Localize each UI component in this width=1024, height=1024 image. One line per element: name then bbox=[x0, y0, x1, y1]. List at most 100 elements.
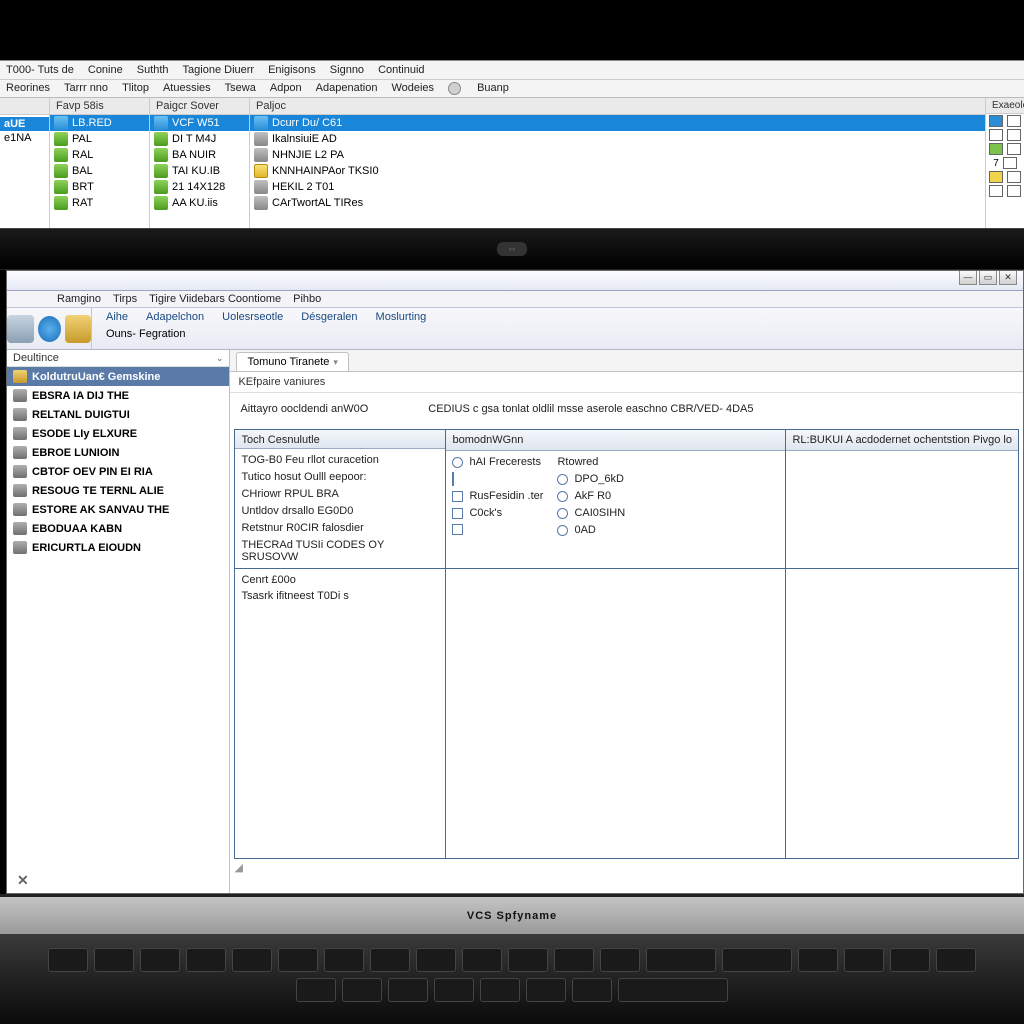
menu-item[interactable]: Pihbo bbox=[293, 293, 321, 305]
list-item[interactable]: AA KU.iis bbox=[150, 195, 249, 211]
radio-option[interactable]: DPO_6kD bbox=[557, 473, 625, 485]
sidebar-item[interactable]: KoldutruUan€ Gemskine bbox=[7, 367, 229, 386]
list-item[interactable]: RAT bbox=[50, 195, 149, 211]
menu-item[interactable]: Reorines bbox=[6, 82, 50, 95]
menu-item[interactable]: Enigisons bbox=[268, 64, 316, 76]
param-row: TOG-B0 Feu rllot curacetion bbox=[241, 454, 439, 466]
app-menubar[interactable]: Ramgino Tirps Tigire Viidebars Coontiome… bbox=[7, 291, 1023, 308]
menu-item[interactable]: Adpon bbox=[270, 82, 302, 95]
list-item[interactable]: NHNJIE L2 PA bbox=[250, 147, 985, 163]
globe-icon[interactable] bbox=[38, 316, 61, 342]
maximize-button[interactable]: ▭ bbox=[979, 271, 997, 285]
toolbar-tab[interactable]: Aihe bbox=[106, 311, 128, 323]
menu-item[interactable]: Tigire Viidebars Coontiome bbox=[149, 293, 281, 305]
list-item[interactable]: IkalnsiuiE AD bbox=[250, 131, 985, 147]
list-item[interactable]: DI T M4J bbox=[150, 131, 249, 147]
grid-header: bomodnWGnn bbox=[446, 430, 785, 451]
menu-item[interactable]: Continuid bbox=[378, 64, 424, 76]
menu-item[interactable]: Adapenation bbox=[316, 82, 378, 95]
document-icon bbox=[254, 148, 268, 162]
palette-item[interactable] bbox=[986, 170, 1024, 184]
menu-item[interactable]: Tsewa bbox=[225, 82, 256, 95]
list-item[interactable]: HEKIL 2 T01 bbox=[250, 179, 985, 195]
sidebar-item[interactable]: EBSRA IA DIJ THE bbox=[7, 386, 229, 405]
list-item[interactable]: e1NA bbox=[0, 131, 49, 145]
list-item[interactable]: aUE bbox=[0, 117, 49, 131]
parameter-grid: Toch Cesnulutle TOG-B0 Feu rllot curacet… bbox=[234, 429, 1019, 569]
checkbox-option[interactable]: RusFesidin .ter bbox=[452, 490, 543, 502]
menu-item[interactable]: Conine bbox=[88, 64, 123, 76]
toolbar-tab[interactable]: Ouns- Fegration bbox=[106, 328, 185, 340]
toolbar-tab[interactable]: Moslurting bbox=[376, 311, 427, 323]
palette-item[interactable] bbox=[986, 114, 1024, 128]
list-item[interactable]: LB.RED bbox=[50, 115, 149, 131]
list-item[interactable]: VCF W51 bbox=[150, 115, 249, 131]
toolbar-tab[interactable]: Adapelchon bbox=[146, 311, 204, 323]
palette-item[interactable] bbox=[986, 142, 1024, 156]
menu-item[interactable]: Signno bbox=[330, 64, 364, 76]
column-header: Paljoc bbox=[250, 98, 985, 115]
menu-item[interactable]: Buanp bbox=[477, 82, 509, 95]
checkbox-option[interactable]: C0ck's bbox=[452, 507, 543, 519]
menu-item[interactable]: Tirps bbox=[113, 293, 137, 305]
palette-item[interactable] bbox=[986, 128, 1024, 142]
radio-option[interactable]: CAI0SIHN bbox=[557, 507, 625, 519]
list-item[interactable]: BAL bbox=[50, 163, 149, 179]
swatch-icon bbox=[1007, 171, 1021, 183]
list-item[interactable]: 21 14X128 bbox=[150, 179, 249, 195]
menu-item[interactable]: T000- Tuts de bbox=[6, 64, 74, 76]
top-menubar-1[interactable]: T000- Tuts de Conine Suthth Tagione Diue… bbox=[0, 61, 1024, 80]
radio-option[interactable]: 0AD bbox=[557, 524, 625, 536]
list-item[interactable]: Dcurr Du/ C61 bbox=[250, 115, 985, 131]
text-input[interactable] bbox=[452, 473, 543, 485]
sidebar-item[interactable]: RESOUG TE TERNL ALIE bbox=[7, 481, 229, 500]
swatch-icon bbox=[1007, 115, 1021, 127]
chevron-down-icon[interactable]: ▾ bbox=[333, 357, 338, 367]
toolbar-tab[interactable]: Désgeralen bbox=[301, 311, 357, 323]
main-tab-row: Tomuno Tiranete▾ bbox=[230, 350, 1023, 372]
sidebar-item[interactable]: EBROE LUNIOIN bbox=[7, 443, 229, 462]
minimize-button[interactable]: — bbox=[959, 271, 977, 285]
list-item[interactable]: RAL bbox=[50, 147, 149, 163]
menu-item[interactable]: Tagione Diuerr bbox=[183, 64, 255, 76]
radio-option[interactable]: hAI Frecerests bbox=[452, 456, 543, 468]
close-button[interactable]: ✕ bbox=[999, 271, 1017, 285]
param-row: THECRAd TUSIi CODES OY SRUSOVW bbox=[241, 539, 439, 563]
menu-item[interactable]: Tlitop bbox=[122, 82, 149, 95]
swatch-icon bbox=[1007, 185, 1021, 197]
menu-item[interactable]: Ramgino bbox=[57, 293, 101, 305]
menu-item[interactable]: Tarrr nno bbox=[64, 82, 108, 95]
menu-item[interactable]: Atuessies bbox=[163, 82, 211, 95]
list-item[interactable]: BRT bbox=[50, 179, 149, 195]
menu-item[interactable]: Suthth bbox=[137, 64, 169, 76]
tab-active[interactable]: Tomuno Tiranete▾ bbox=[236, 352, 348, 371]
window-titlebar[interactable]: — ▭ ✕ bbox=[7, 271, 1023, 291]
sidebar-header[interactable]: Deultince ⌄ bbox=[7, 350, 229, 367]
sidebar-item[interactable]: ESTORE AK SANVAU THE bbox=[7, 500, 229, 519]
close-icon[interactable]: ✕ bbox=[17, 872, 29, 889]
palette-item[interactable]: 7 bbox=[986, 156, 1024, 170]
top-menubar-2[interactable]: Reorines Tarrr nno Tlitop Atuessies Tsew… bbox=[0, 80, 1024, 98]
chevron-down-icon[interactable]: ⌄ bbox=[216, 353, 224, 364]
list-item[interactable]: BA NUIR bbox=[150, 147, 249, 163]
module-icon bbox=[13, 522, 27, 535]
checkbox-option[interactable] bbox=[452, 524, 543, 535]
lock-icon[interactable] bbox=[65, 315, 92, 343]
sidebar-item[interactable]: ERICURTLA EIOUDN bbox=[7, 538, 229, 557]
sidebar-item[interactable]: RELTANL DUIGTUI bbox=[7, 405, 229, 424]
column-header: Favp 58is bbox=[50, 98, 149, 115]
drive-icon[interactable] bbox=[7, 315, 34, 343]
menu-item[interactable]: Wodeies bbox=[391, 82, 434, 95]
resize-handle[interactable]: ◢ bbox=[230, 859, 1023, 876]
toolbar-tab[interactable]: Uolesrseotle bbox=[222, 311, 283, 323]
list-item[interactable]: CArTwortAL TIRes bbox=[250, 195, 985, 211]
help-icon[interactable] bbox=[448, 82, 461, 95]
sidebar-item[interactable]: ESODE LIy ELXURE bbox=[7, 424, 229, 443]
list-item[interactable]: KNNHAINPAor TKSI0 bbox=[250, 163, 985, 179]
list-item[interactable]: PAL bbox=[50, 131, 149, 147]
palette-item[interactable] bbox=[986, 184, 1024, 198]
list-item[interactable]: TAI KU.IB bbox=[150, 163, 249, 179]
sidebar-item[interactable]: EBODUAA KABN bbox=[7, 519, 229, 538]
sidebar-item[interactable]: CBTOF OEV PIN EI RIA bbox=[7, 462, 229, 481]
radio-option[interactable]: AkF R0 bbox=[557, 490, 625, 502]
